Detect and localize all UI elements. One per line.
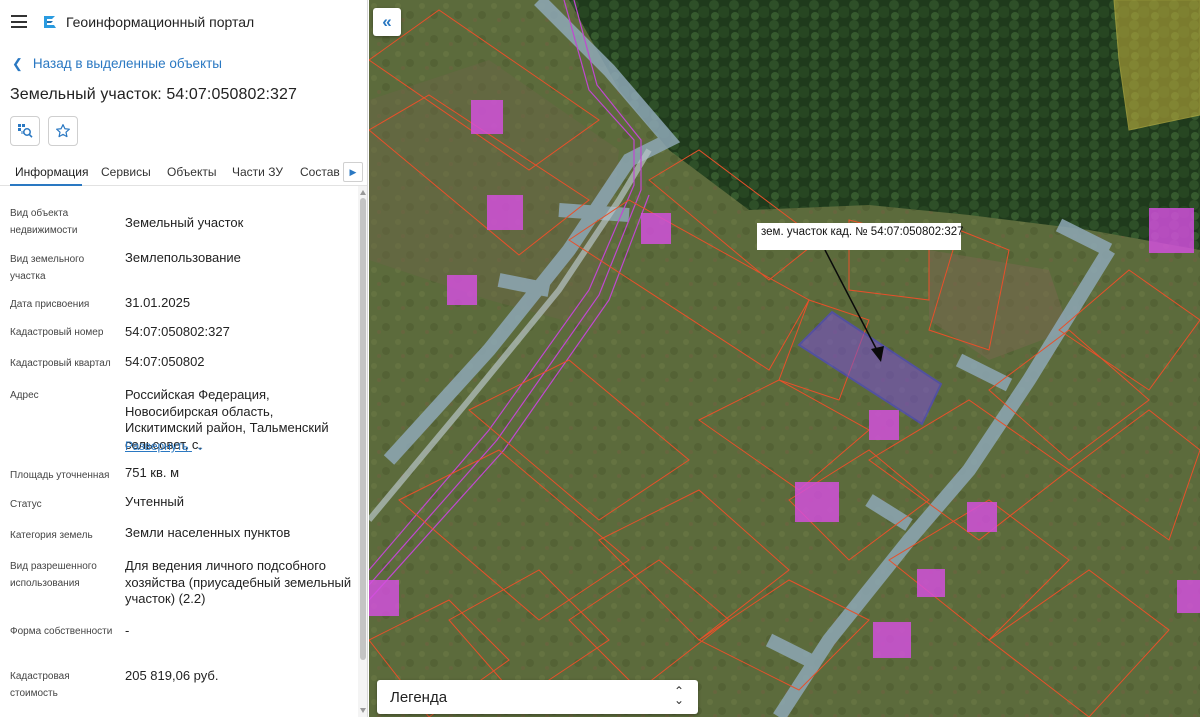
scroll-up-arrow-icon[interactable]: [360, 190, 366, 195]
locate-on-map-button[interactable]: [10, 116, 40, 146]
chevron-up-down-icon: ⌃ ⌄: [673, 684, 685, 707]
highlighted-zone: [1113, 0, 1200, 131]
tab-scroll-right-button[interactable]: ▶: [343, 162, 363, 182]
chevron-down-icon: ⌄: [195, 442, 205, 453]
favorite-button[interactable]: [48, 116, 78, 146]
top-bar: Геоинформационный портал: [0, 0, 367, 44]
property-label: Вид разрешенного использования: [10, 561, 97, 589]
scrollbar-thumb[interactable]: [360, 198, 366, 660]
tab-information[interactable]: Информация: [15, 165, 88, 179]
property-value: Землепользование: [125, 250, 241, 265]
tab-parts[interactable]: Части ЗУ: [232, 165, 283, 179]
tab-composition[interactable]: Состав ЕЗП: [300, 165, 342, 179]
property-label: Категория земель: [10, 530, 93, 541]
triangle-right-icon: ▶: [349, 166, 357, 177]
property-label: Вид объекта недвижимости: [10, 208, 78, 236]
legend-panel[interactable]: Легенда ⌃ ⌄: [377, 680, 698, 714]
page-title: Земельный участок: 54:07:050802:327: [10, 86, 298, 103]
satellite-imagery: [369, 0, 1200, 717]
property-label: Статус: [10, 499, 42, 510]
property-label: Форма собственности: [10, 626, 113, 637]
property-value: 54:07:050802:327: [125, 324, 230, 339]
property-value: 205 819,06 руб.: [125, 668, 219, 683]
legend-title: Легенда: [390, 689, 448, 706]
back-link-label: Назад в выделенные объекты: [32, 56, 223, 71]
locate-on-map-icon: [18, 124, 33, 138]
expand-address-link[interactable]: Развернуть ⌄: [125, 439, 204, 453]
property-label: Кадастровая стоимость: [10, 671, 70, 699]
property-label: Вид земельного участка: [10, 254, 85, 282]
property-label: Площадь уточненная: [10, 470, 110, 481]
property-value: Земельный участок: [125, 215, 244, 230]
property-value: Учтенный: [125, 494, 185, 509]
hamburger-icon[interactable]: [11, 15, 27, 28]
scroll-down-arrow-icon[interactable]: [360, 708, 366, 713]
info-panel: Геоинформационный портал ❮ Назад в выделе…: [0, 0, 368, 717]
portal-logo-icon: [44, 16, 56, 28]
property-label: Адрес: [10, 390, 39, 401]
property-label: Кадастровый номер: [10, 327, 104, 338]
expand-label: Развернуть: [125, 439, 189, 453]
star-icon: [56, 124, 70, 138]
parcel-callout-label: зем. участок кад. № 54:07:050802:327: [757, 223, 964, 250]
tab-bar: Информация Сервисы Объекты Части ЗУ Сост…: [0, 158, 367, 186]
chevron-left-icon: ❮: [12, 56, 23, 71]
property-value: -: [125, 623, 130, 638]
property-value: 54:07:050802: [125, 354, 205, 369]
app-title: Геоинформационный портал: [66, 14, 255, 30]
property-label: Кадастровый квартал: [10, 358, 111, 369]
property-value: 751 кв. м: [125, 465, 180, 480]
double-chevron-left-icon: «: [382, 12, 392, 31]
back-to-selected-link[interactable]: ❮ Назад в выделенные объекты: [12, 56, 222, 72]
property-value: Земли населенных пунктов: [125, 525, 291, 540]
collapse-panel-button[interactable]: «: [373, 8, 401, 36]
tab-services[interactable]: Сервисы: [101, 165, 151, 179]
property-value: Для ведения личного подсобного хозяйства…: [125, 558, 352, 606]
property-value: 31.01.2025: [125, 295, 191, 310]
tab-objects[interactable]: Объекты: [167, 165, 217, 179]
property-label: Дата присвоения: [10, 299, 90, 310]
map-view[interactable]: « зем. участок кад. № 54:07:050802:327 Л…: [369, 0, 1200, 717]
active-tab-indicator: [10, 184, 82, 186]
